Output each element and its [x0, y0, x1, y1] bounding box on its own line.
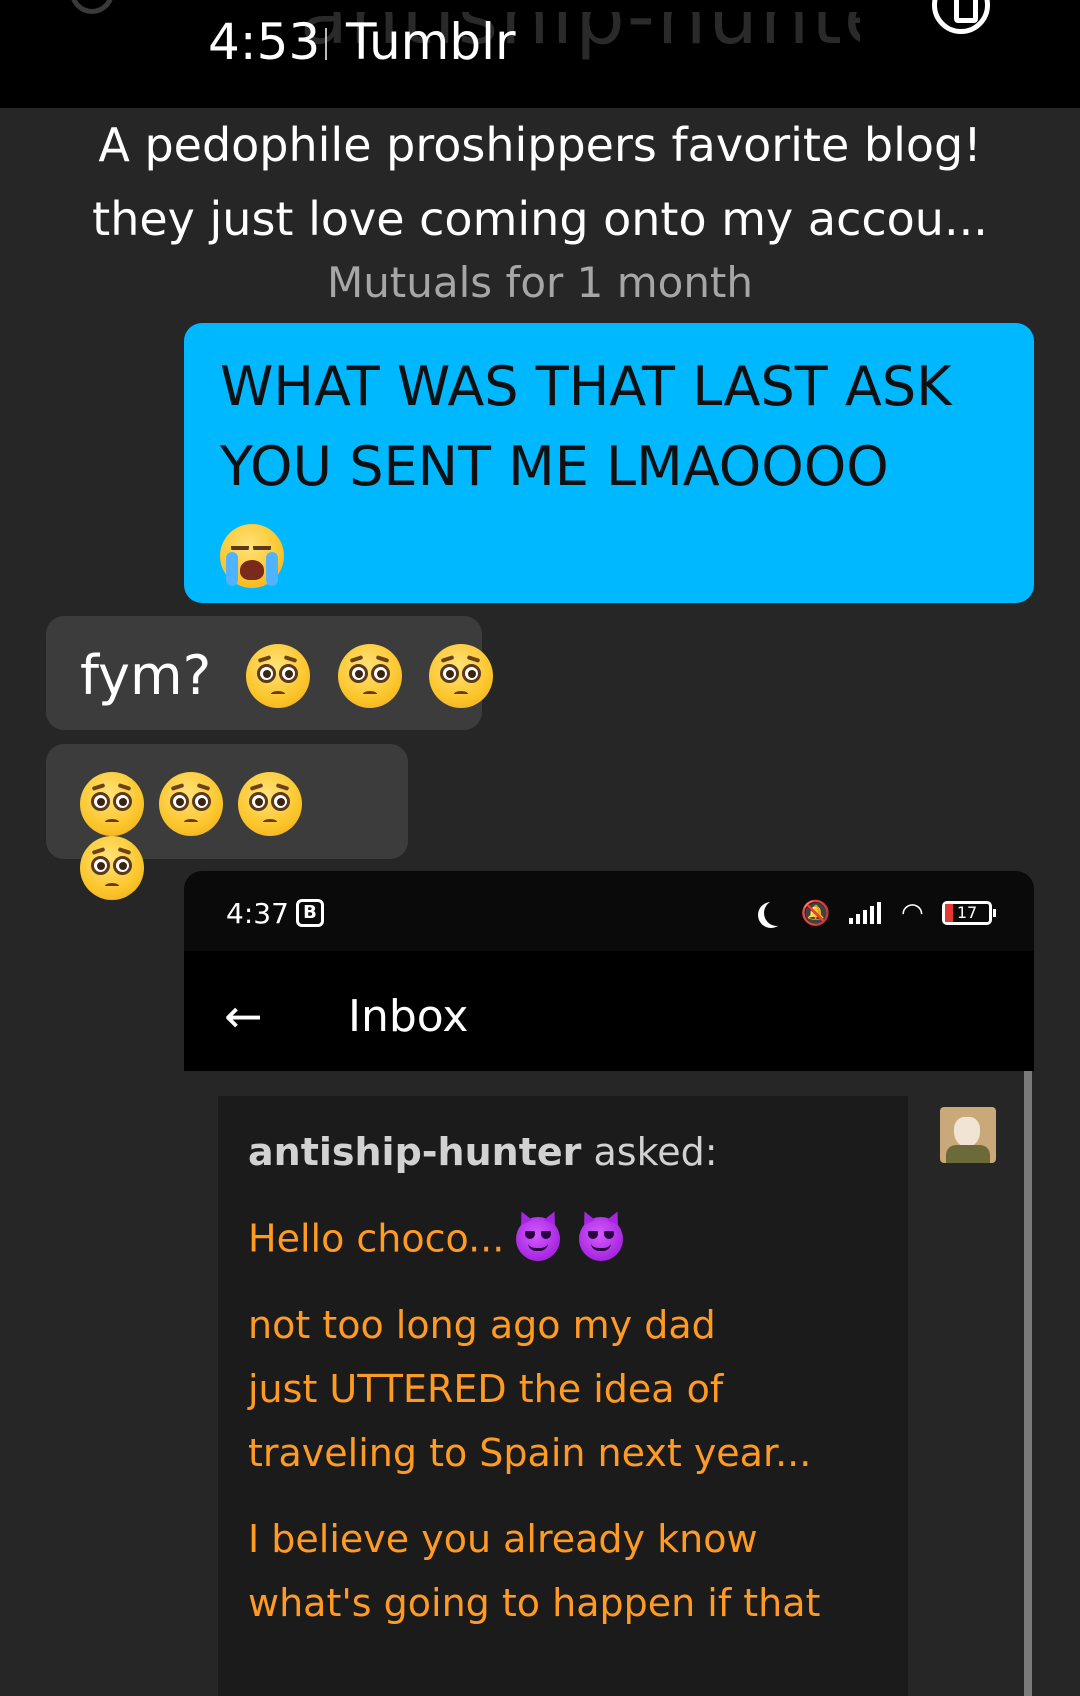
pleading-face-icon	[159, 772, 224, 836]
asker-line: antiship-hunter asked:	[248, 1122, 878, 1182]
battery-icon: 17	[942, 900, 996, 925]
pleading-face-icon	[80, 836, 144, 900]
embedded-content: antiship-hunter asked: Hello choco... no…	[184, 1071, 1034, 1696]
status-app-name: Tumblr	[346, 13, 516, 71]
sent-message-line-1: WHAT WAS THAT LAST ASK	[220, 355, 952, 418]
received-message-bubble[interactable]: fym?	[46, 616, 493, 730]
ask-card: antiship-hunter asked: Hello choco... no…	[218, 1096, 908, 1696]
pleading-face-icon	[428, 644, 493, 709]
ask-line: just UTTERED the idea of	[248, 1366, 724, 1411]
ask-line: I believe you already know	[248, 1516, 758, 1561]
pleading-face-icon	[80, 772, 144, 836]
embedded-status-bar: 4:37 B 🔕 ◠ 17	[184, 871, 1034, 951]
pleading-face-icon	[238, 772, 303, 836]
received-message-text: fym?	[80, 644, 212, 708]
ask-line: traveling to Spain next year...	[248, 1430, 812, 1475]
bio-line-2: they just love coming onto my accou...	[92, 192, 988, 246]
pleading-face-icon	[246, 644, 311, 709]
embedded-status-time: 4:37	[226, 897, 289, 930]
sent-message-bubble[interactable]: WHAT WAS THAT LAST ASK YOU SENT ME LMAOO…	[184, 323, 1034, 603]
loudly-crying-face-icon	[220, 524, 284, 589]
top-status-bar: antiship-hunter 4:53 Tumblr	[0, 0, 1080, 108]
ask-line: not too long ago my dad	[248, 1302, 716, 1347]
ask-greeting: Hello choco...	[248, 1204, 878, 1271]
ask-line: what's going to happen if that	[248, 1580, 821, 1625]
status-divider	[325, 28, 327, 60]
ask-greeting-text: Hello choco...	[248, 1216, 505, 1261]
asker-avatar	[940, 1107, 996, 1163]
mute-icon: 🔕	[800, 898, 831, 927]
bio-line-1: A pedophile proshippers favorite blog!	[98, 118, 982, 172]
inbox-title: Inbox	[348, 991, 469, 1042]
scrollbar[interactable]	[1024, 1071, 1032, 1696]
back-icon[interactable]	[70, 0, 114, 14]
screen-lock-icon[interactable]	[932, 0, 990, 34]
pleading-face-icon	[337, 644, 402, 709]
moon-icon	[764, 900, 790, 926]
mutuals-label: Mutuals for 1 month	[326, 258, 754, 307]
image-message[interactable]: 4:37 B 🔕 ◠ 17 ← Inbox antiship-hunter as…	[184, 871, 1034, 1696]
smiling-face-with-horns-icon	[578, 1216, 623, 1261]
smiling-face-with-horns-icon	[516, 1216, 561, 1261]
blog-description: A pedophile proshippers favorite blog! t…	[0, 108, 1080, 256]
ask-text: Hello choco... not too long ago my dad j…	[248, 1204, 878, 1635]
signal-icon	[848, 901, 883, 924]
received-message-bubble[interactable]	[46, 744, 408, 900]
ask-paragraph-2: I believe you already know what's going …	[248, 1507, 878, 1635]
back-arrow-icon: ←	[224, 989, 263, 1043]
sent-message-line-2: YOU SENT ME LMAOOOO	[220, 435, 889, 498]
chat-screen: antiship-hunter 4:53 Tumblr A pedophile …	[0, 0, 1080, 1696]
ask-paragraph-1: not too long ago my dad just UTTERED the…	[248, 1293, 878, 1485]
b-badge-icon: B	[296, 899, 324, 927]
status-icons: 🔕 ◠ 17	[746, 897, 996, 928]
status-time: 4:53	[208, 13, 321, 71]
asker-name: antiship-hunter	[248, 1130, 582, 1174]
wifi-icon: ◠	[901, 897, 924, 928]
asked-label: asked:	[593, 1130, 718, 1174]
